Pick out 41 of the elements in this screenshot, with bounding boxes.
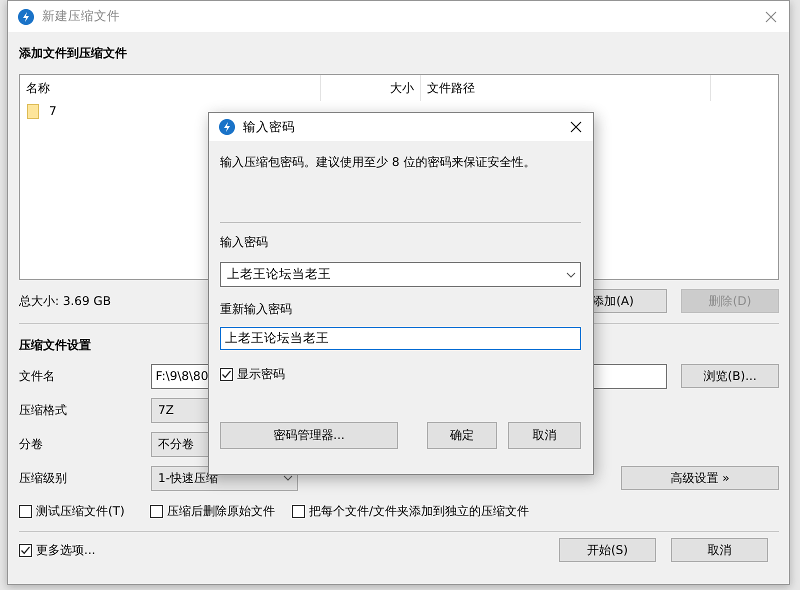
total-size: 总大小: 3.69 GB xyxy=(19,292,111,310)
close-icon[interactable] xyxy=(568,119,584,135)
section-heading: 添加文件到压缩文件 xyxy=(19,45,127,61)
checkbox-label: 测试压缩文件(T) xyxy=(36,502,125,520)
checkbox[interactable] xyxy=(19,544,32,556)
folder-icon xyxy=(27,104,39,118)
checkbox[interactable] xyxy=(220,368,233,380)
field-label: 输入密码 xyxy=(220,234,269,250)
app-logo-icon xyxy=(18,8,34,24)
column-header[interactable]: 文件路径 xyxy=(421,75,711,101)
browse-button[interactable]: 浏览(B)... xyxy=(681,364,779,388)
file-name: 7 xyxy=(48,104,58,118)
checkbox-label: 显示密码 xyxy=(237,366,285,382)
chevron-down-icon xyxy=(566,272,576,278)
chevron-down-icon xyxy=(283,475,293,481)
field-label: 压缩格式 xyxy=(19,402,68,418)
cancel-button[interactable]: 取消 xyxy=(671,538,768,562)
field-label: 分卷 xyxy=(19,436,44,452)
app-logo-icon xyxy=(219,119,235,135)
checkbox[interactable] xyxy=(292,504,305,518)
window-title: 新建压缩文件 xyxy=(42,8,120,25)
field-label: 重新输入密码 xyxy=(220,301,293,317)
cancel-button[interactable]: 取消 xyxy=(508,422,581,449)
password-manager-button[interactable]: 密码管理器... xyxy=(220,422,398,449)
dialog-description: 输入压缩包密码。建议使用至少 8 位的密码来保证安全性。 xyxy=(220,154,536,170)
checkbox[interactable] xyxy=(150,504,163,518)
section-heading: 压缩文件设置 xyxy=(19,337,91,353)
password-combo[interactable]: 上老王论坛当老王 xyxy=(220,262,581,287)
field-label: 文件名 xyxy=(19,368,56,384)
checkbox[interactable] xyxy=(19,504,32,518)
advanced-settings-button[interactable]: 高级设置 » xyxy=(621,466,779,490)
column-header[interactable]: 名称 xyxy=(20,75,321,101)
start-button[interactable]: 开始(S) xyxy=(559,538,656,562)
checkbox-label: 把每个文件/文件夹添加到独立的压缩文件 xyxy=(309,502,530,520)
column-header[interactable]: 大小 xyxy=(321,75,421,101)
field-label: 压缩级别 xyxy=(19,470,68,486)
dialog-title: 输入密码 xyxy=(243,118,295,136)
checkbox-label: 压缩后删除原始文件 xyxy=(167,502,275,520)
confirm-password-field[interactable]: 上老王论坛当老王 xyxy=(220,327,581,350)
checkbox-label: 更多选项... xyxy=(36,542,96,558)
ok-button[interactable]: 确定 xyxy=(427,422,497,449)
